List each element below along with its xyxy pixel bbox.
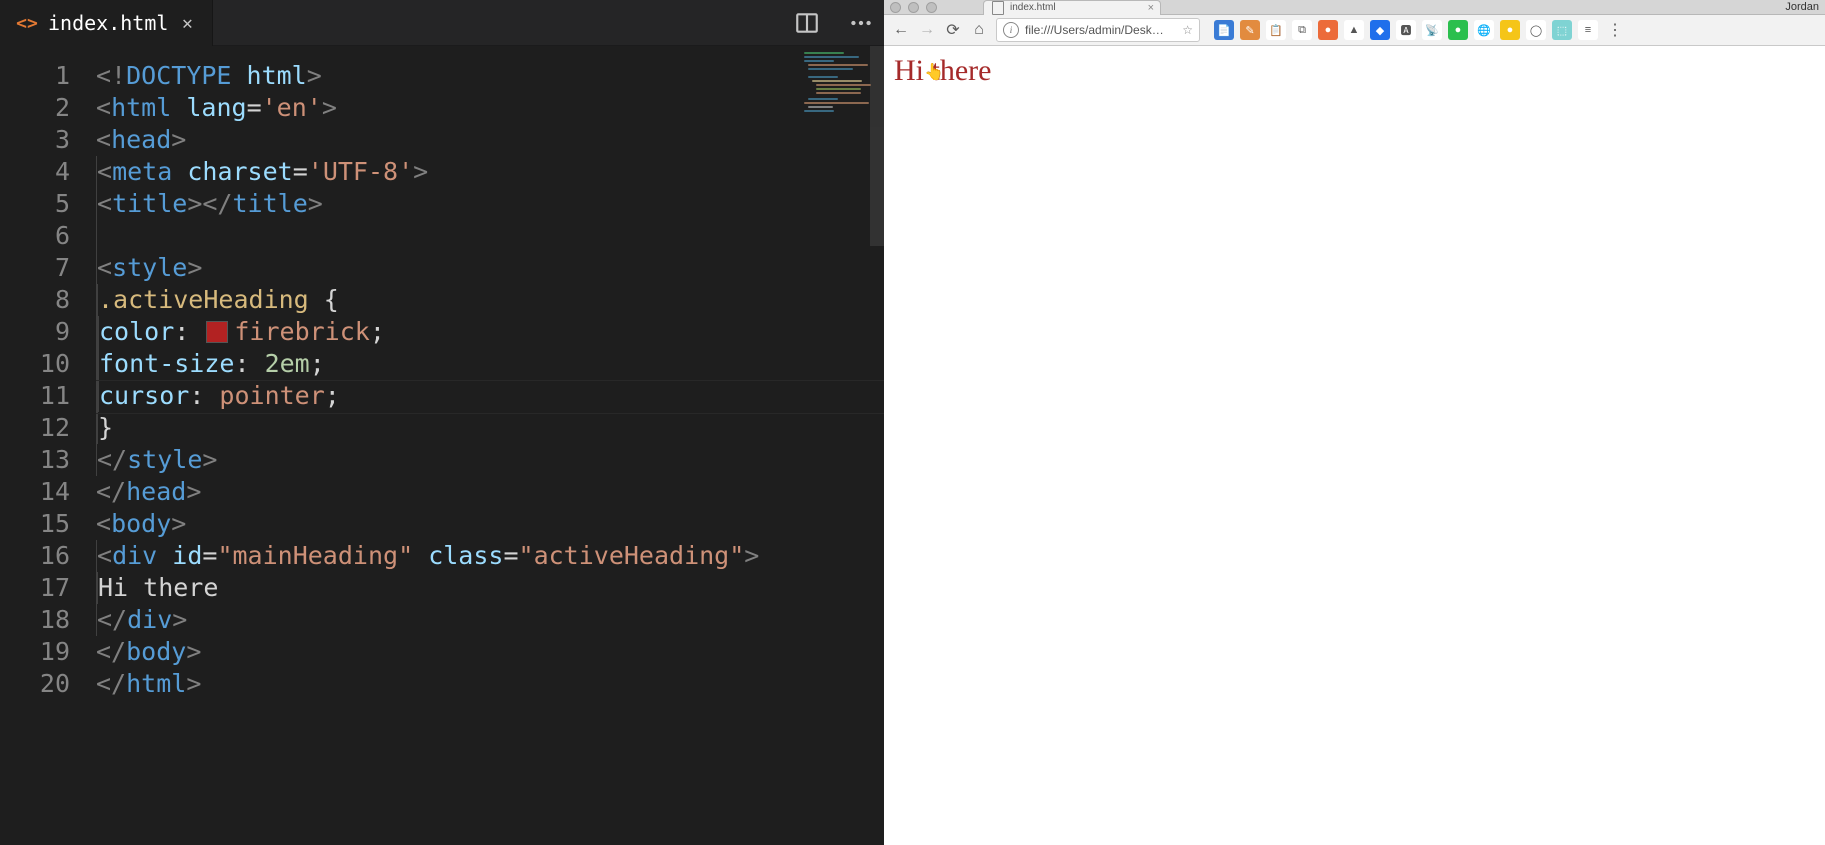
line-number: 5: [0, 188, 96, 220]
extension-icon[interactable]: ●: [1500, 20, 1520, 40]
code-line[interactable]: <!DOCTYPE html>: [96, 60, 884, 92]
tab-filename: index.html: [48, 11, 168, 35]
browser-tab[interactable]: index.html ×: [983, 0, 1161, 15]
code-editor[interactable]: 1234567891011121314151617181920 <!DOCTYP…: [0, 46, 884, 845]
line-number: 8: [0, 284, 96, 316]
line-number: 1: [0, 60, 96, 92]
code-line[interactable]: <meta charset='UTF-8'>: [96, 156, 884, 188]
code-line[interactable]: Hi there: [96, 572, 884, 604]
code-line[interactable]: font-size: 2em;: [96, 348, 884, 380]
code-line[interactable]: <div id="mainHeading" class="activeHeadi…: [96, 540, 884, 572]
code-area[interactable]: <!DOCTYPE html><html lang='en'><head> <m…: [96, 46, 884, 845]
browser-tab-title: index.html: [1010, 2, 1056, 13]
minimap[interactable]: [794, 46, 884, 845]
line-number: 15: [0, 508, 96, 540]
extension-icon[interactable]: ⧉: [1292, 20, 1312, 40]
code-line[interactable]: </html>: [96, 668, 884, 700]
address-bar[interactable]: i file:///Users/admin/Desk… ☆: [996, 18, 1200, 42]
minimap-viewport[interactable]: [870, 46, 884, 246]
line-number: 4: [0, 156, 96, 188]
code-line[interactable]: <body>: [96, 508, 884, 540]
code-line[interactable]: </body>: [96, 636, 884, 668]
line-number: 12: [0, 412, 96, 444]
editor-tab-active[interactable]: <> index.html ✕: [0, 0, 213, 46]
line-number: 3: [0, 124, 96, 156]
back-button[interactable]: ←: [892, 21, 910, 39]
extensions-row: 📄 ✎ 📋 ⧉ ● ▲ ◆ 🅰 📡 ● 🌐 ● ◯ ⬚ ≡: [1214, 20, 1598, 40]
line-number: 6: [0, 220, 96, 252]
code-line[interactable]: </head>: [96, 476, 884, 508]
close-tab-icon[interactable]: ✕: [178, 14, 196, 32]
url-text: file:///Users/admin/Desk…: [1025, 23, 1164, 37]
line-number: 19: [0, 636, 96, 668]
close-browser-tab-icon[interactable]: ×: [1148, 2, 1154, 14]
line-number: 18: [0, 604, 96, 636]
line-number: 14: [0, 476, 96, 508]
code-line[interactable]: .activeHeading {: [96, 284, 884, 316]
browser-window: index.html × Jordan ← → ⟳ ⌂ i file:///Us…: [884, 0, 1825, 845]
home-button[interactable]: ⌂: [970, 21, 988, 39]
code-line[interactable]: [96, 220, 884, 252]
code-line[interactable]: }: [96, 412, 884, 444]
extension-icon[interactable]: 📋: [1266, 20, 1286, 40]
browser-toolbar: ← → ⟳ ⌂ i file:///Users/admin/Desk… ☆ 📄 ✎…: [884, 15, 1825, 46]
editor-tabbar: <> index.html ✕: [0, 0, 884, 46]
code-line[interactable]: <style>: [96, 252, 884, 284]
html-file-icon: <>: [16, 12, 38, 34]
extension-icon[interactable]: ✎: [1240, 20, 1260, 40]
split-editor-icon[interactable]: [794, 10, 820, 36]
extension-icon[interactable]: ◯: [1526, 20, 1546, 40]
page-icon: [992, 1, 1004, 15]
page-viewport: Hi there 👆: [884, 46, 1825, 845]
page-heading[interactable]: Hi there: [894, 54, 1815, 88]
line-number: 20: [0, 668, 96, 700]
chrome-menu-icon[interactable]: ⋮: [1606, 21, 1624, 39]
line-number: 9: [0, 316, 96, 348]
profile-name[interactable]: Jordan: [1785, 1, 1819, 13]
line-number: 11: [0, 380, 96, 412]
vscode-window: <> index.html ✕ 123456789101112131415161…: [0, 0, 884, 845]
line-number-gutter: 1234567891011121314151617181920: [0, 46, 96, 845]
extension-icon[interactable]: 📄: [1214, 20, 1234, 40]
reload-button[interactable]: ⟳: [944, 21, 962, 39]
code-line[interactable]: cursor: pointer;: [96, 380, 884, 412]
extension-icon[interactable]: 📡: [1422, 20, 1442, 40]
line-number: 17: [0, 572, 96, 604]
extension-icon[interactable]: 🌐: [1474, 20, 1494, 40]
line-number: 10: [0, 348, 96, 380]
color-swatch: [206, 321, 228, 343]
extension-icon[interactable]: ◆: [1370, 20, 1390, 40]
code-line[interactable]: <html lang='en'>: [96, 92, 884, 124]
extension-icon[interactable]: ●: [1318, 20, 1338, 40]
extension-icon[interactable]: ⬚: [1552, 20, 1572, 40]
code-line[interactable]: <title></title>: [96, 188, 884, 220]
extension-icon[interactable]: ≡: [1578, 20, 1598, 40]
browser-titlebar: index.html × Jordan: [884, 0, 1825, 15]
code-line[interactable]: <head>: [96, 124, 884, 156]
line-number: 13: [0, 444, 96, 476]
line-number: 7: [0, 252, 96, 284]
line-number: 2: [0, 92, 96, 124]
code-line[interactable]: </style>: [96, 444, 884, 476]
extension-icon[interactable]: ●: [1448, 20, 1468, 40]
extension-icon[interactable]: ▲: [1344, 20, 1364, 40]
forward-button: →: [918, 21, 936, 39]
traffic-lights[interactable]: [890, 2, 937, 13]
bookmark-star-icon[interactable]: ☆: [1182, 23, 1193, 37]
code-line[interactable]: color: firebrick;: [96, 316, 884, 348]
extension-icon[interactable]: 🅰: [1396, 20, 1416, 40]
line-number: 16: [0, 540, 96, 572]
site-info-icon[interactable]: i: [1003, 22, 1019, 38]
more-actions-icon[interactable]: [848, 10, 874, 36]
code-line[interactable]: </div>: [96, 604, 884, 636]
